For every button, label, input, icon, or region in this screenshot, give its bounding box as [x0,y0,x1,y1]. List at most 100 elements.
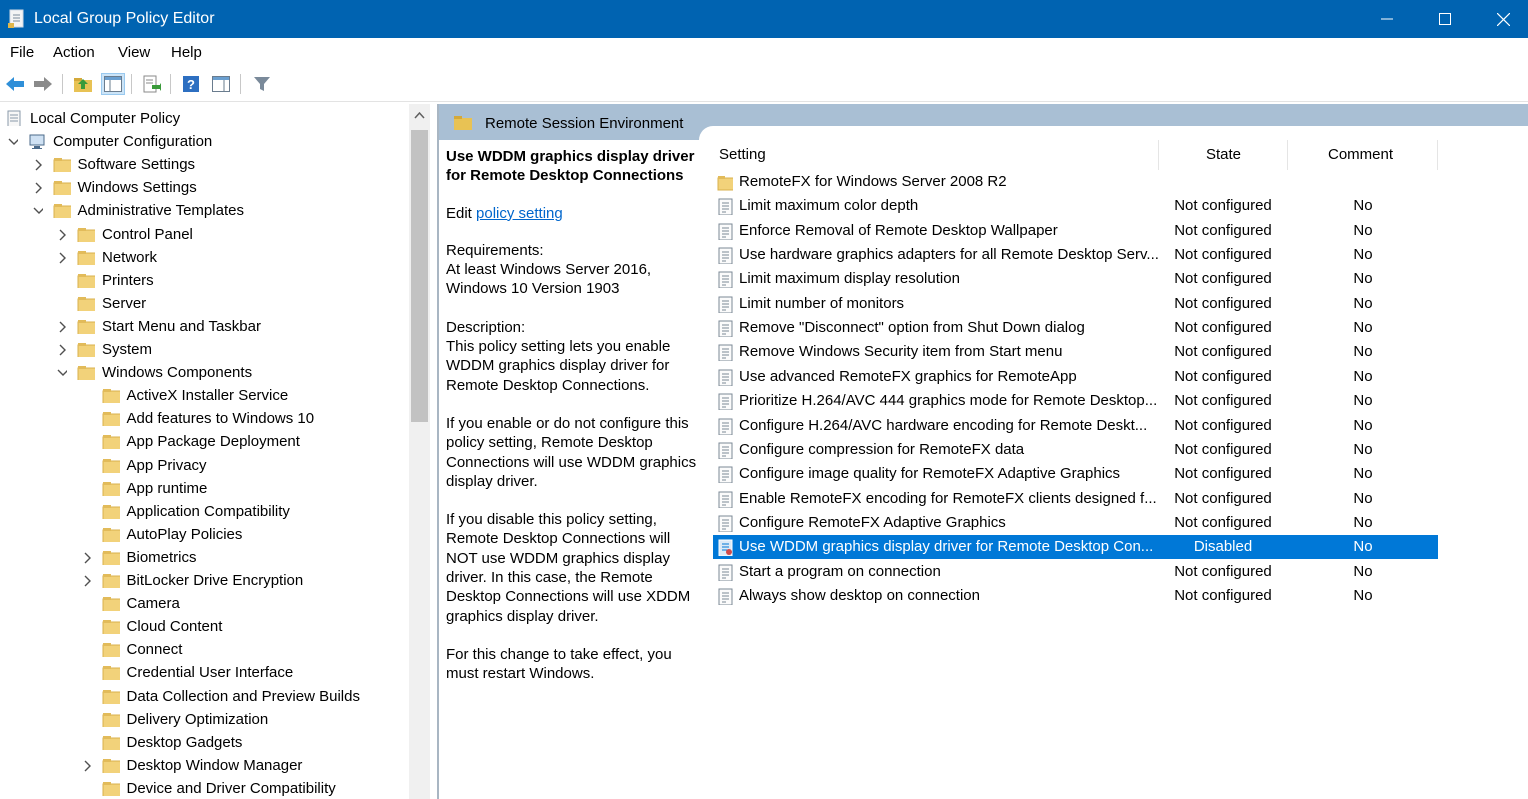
tree-scrollbar[interactable] [409,104,430,799]
setting-row[interactable]: Remove "Disconnect" option from Shut Dow… [713,316,1438,340]
tree-item-label: Cloud Content [126,618,223,636]
help-button[interactable]: ? [179,73,203,95]
tree-item[interactable]: Connect [0,639,405,662]
chevron-right-icon[interactable] [82,760,92,772]
tree-item[interactable]: App Package Deployment [0,431,405,454]
minimize-button[interactable] [1358,0,1416,38]
chevron-down-icon[interactable] [8,136,18,148]
tree-item[interactable]: Desktop Gadgets [0,732,405,755]
menu-file[interactable]: File [10,44,34,61]
tree-item[interactable]: Credential User Interface [0,662,405,685]
setting-row[interactable]: Configure RemoteFX Adaptive Graphics Not … [713,511,1438,535]
setting-row[interactable]: Configure H.264/AVC hardware encoding fo… [713,414,1438,438]
chevron-right-icon[interactable] [82,552,92,564]
chevron-right-icon[interactable] [57,321,67,333]
tree-item[interactable]: Software Settings [0,154,405,177]
back-button[interactable] [3,73,27,95]
tree-item[interactable]: ActiveX Installer Service [0,385,405,408]
tree-item[interactable]: Windows Components [0,362,405,385]
setting-row[interactable]: Always show desktop on connection Not con… [713,584,1438,608]
tree-item[interactable]: Administrative Templates [0,200,405,223]
policy-description: Use WDDM graphics display driver for Rem… [446,147,702,684]
tree-item[interactable]: Device and Driver Compatibility [0,778,405,799]
tree-item[interactable]: Data Collection and Preview Builds [0,686,405,709]
folder-up-icon [74,78,92,92]
maximize-button[interactable] [1416,0,1474,38]
help-icon: ? [183,76,199,92]
folder-icon [53,158,71,173]
setting-row[interactable]: Configure image quality for RemoteFX Ada… [713,462,1438,486]
setting-row[interactable]: Configure compression for RemoteFX data N… [713,438,1438,462]
column-divider[interactable] [1437,140,1438,170]
export-list-button[interactable] [140,73,164,95]
filter-button[interactable] [250,73,274,95]
setting-row[interactable]: Use hardware graphics adapters for all R… [713,243,1438,267]
setting-row[interactable]: Prioritize H.264/AVC 444 graphics mode f… [713,389,1438,413]
folder-row[interactable]: RemoteFX for Windows Server 2008 R2 [713,170,1438,194]
chevron-down-icon[interactable] [33,205,43,217]
close-button[interactable] [1474,0,1528,38]
chevron-right-icon[interactable] [33,159,43,171]
forward-button[interactable] [31,73,55,95]
tree-item[interactable]: AutoPlay Policies [0,524,405,547]
setting-state: Not configured [1174,197,1272,215]
setting-name: Limit number of monitors [739,294,905,312]
folder-icon [102,389,120,404]
tree-item[interactable]: Local Computer Policy [0,108,405,131]
up-folder-button[interactable] [71,73,95,95]
setting-row[interactable]: Limit maximum color depth Not configured N… [713,194,1438,218]
chevron-right-icon[interactable] [57,229,67,241]
tree-item-label: Start Menu and Taskbar [102,317,261,335]
edit-policy-link[interactable]: policy setting [476,205,563,222]
tree-item[interactable]: Camera [0,593,405,616]
scroll-up-icon[interactable] [414,112,425,119]
tree-item[interactable]: Computer Configuration [0,131,405,154]
setting-row[interactable]: Enforce Removal of Remote Desktop Wallpa… [713,219,1438,243]
tree-item[interactable]: BitLocker Drive Encryption [0,570,405,593]
column-divider[interactable] [1158,140,1159,170]
menu-help[interactable]: Help [171,44,202,61]
menu-action[interactable]: Action [53,44,95,61]
chevron-right-icon[interactable] [57,252,67,264]
setting-row[interactable]: Enable RemoteFX encoding for RemoteFX cl… [713,487,1438,511]
tree-item[interactable]: Application Compatibility [0,501,405,524]
tree-item[interactable]: App Privacy [0,455,405,478]
scrollbar-thumb[interactable] [411,130,428,422]
tree-item-label: System [102,341,153,358]
tree-item[interactable]: Network [0,247,405,270]
tree-item[interactable]: Desktop Window Manager [0,755,405,778]
setting-name: Remove Windows Security item from Start … [739,343,1063,361]
description-line: Desktop Connections will use XDDM [446,588,691,606]
tree-item[interactable]: Delivery Optimization [0,709,405,732]
chevron-right-icon[interactable] [57,344,67,356]
tree-item[interactable]: Start Menu and Taskbar [0,316,405,339]
setting-row[interactable]: Start a program on connection Not configu… [713,560,1438,584]
setting-row[interactable]: Use advanced RemoteFX graphics for Remot… [713,365,1438,389]
chevron-down-icon[interactable] [57,367,67,379]
chevron-right-icon[interactable] [33,182,43,194]
tree-item[interactable]: Server [0,293,405,316]
chevron-right-icon[interactable] [82,575,92,587]
setting-row[interactable]: Limit maximum display resolution Not conf… [713,267,1438,291]
filter-icon [254,77,270,91]
tree-item[interactable]: Printers [0,270,405,293]
menu-view[interactable]: View [118,44,150,61]
tree-item[interactable]: App runtime [0,478,405,501]
folder-icon [102,458,120,473]
tree-item[interactable]: Control Panel [0,224,405,247]
tree-item-label: AutoPlay Policies [126,525,243,543]
folder-icon [102,735,120,750]
policy-editor-icon [8,9,26,29]
show-hide-tree-button[interactable] [101,73,125,95]
setting-row[interactable]: Remove Windows Security item from Start … [713,340,1438,364]
setting-row[interactable]: Use WDDM graphics display driver for Rem… [713,535,1438,560]
tree-item[interactable]: Add features to Windows 10 [0,408,405,431]
tree-item[interactable]: Windows Settings [0,177,405,200]
column-divider[interactable] [1287,140,1288,170]
setting-row[interactable]: Limit number of monitors Not configured No [713,292,1438,316]
tree-item[interactable]: System [0,339,405,362]
show-action-pane-button[interactable] [209,73,233,95]
tree-item[interactable]: Biometrics [0,547,405,570]
tree-item[interactable]: Cloud Content [0,616,405,639]
toolbar: ? [0,66,1528,102]
